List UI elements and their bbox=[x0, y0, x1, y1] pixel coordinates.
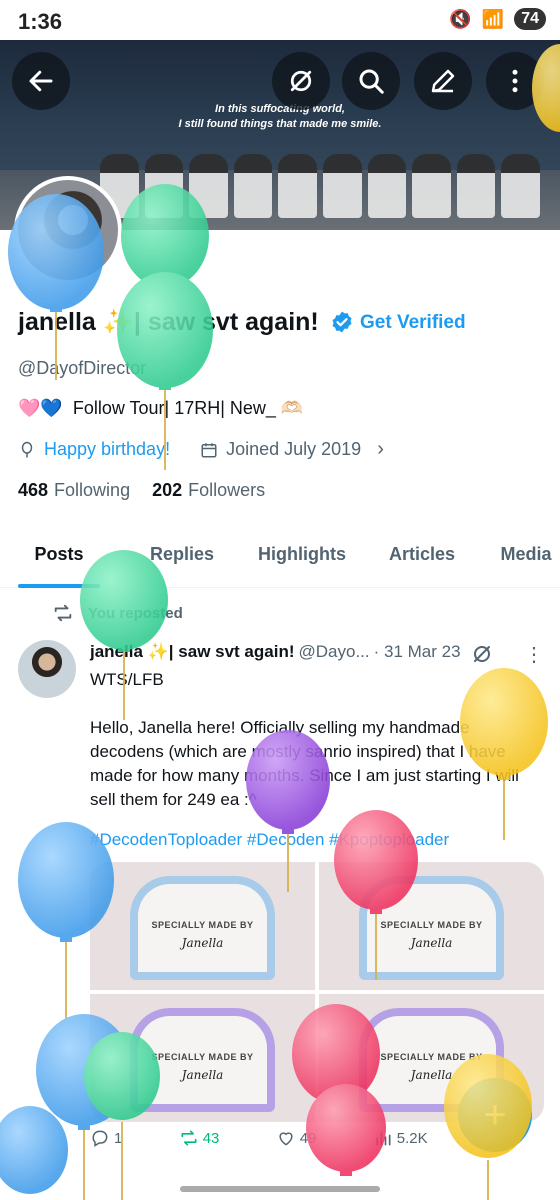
banner-person bbox=[456, 154, 496, 218]
tweet-more-icon[interactable]: ⋮ bbox=[524, 642, 544, 667]
frame-label: SPECIALLY MADE BY bbox=[380, 920, 483, 930]
get-verified-link[interactable]: Get Verified bbox=[360, 312, 466, 334]
repost-button[interactable]: 43 bbox=[179, 1128, 220, 1148]
bio-hearts: 🩷💙 bbox=[18, 398, 63, 418]
banner-person bbox=[412, 154, 451, 218]
followers-label: Followers bbox=[188, 480, 266, 500]
frame-label: SPECIALLY MADE BY bbox=[380, 1052, 483, 1062]
back-button[interactable] bbox=[12, 52, 70, 110]
media-image[interactable]: SPECIALLY MADE BY Janella bbox=[90, 862, 315, 990]
frame-name: Janella bbox=[181, 936, 224, 950]
frame-name: Janella bbox=[410, 1068, 453, 1082]
tab-media[interactable]: Media bbox=[496, 530, 556, 587]
profile-meta: Happy birthday! Joined July 2019 › bbox=[18, 438, 384, 461]
views-icon bbox=[376, 1132, 391, 1146]
edit-icon bbox=[431, 69, 455, 93]
repost-indicator: You reposted bbox=[52, 602, 183, 624]
repost-icon bbox=[181, 1130, 197, 1146]
follow-stats: 468 Following 202 Followers bbox=[18, 480, 265, 501]
status-bar: 1:36 🔇 📶 74 bbox=[0, 0, 560, 44]
frame-name: Janella bbox=[410, 936, 453, 950]
tweet-date[interactable]: · 31 Mar 23 bbox=[374, 642, 461, 662]
more-button[interactable] bbox=[486, 52, 544, 110]
birthday-link[interactable]: Happy birthday! bbox=[44, 439, 170, 460]
like-count: 49 bbox=[299, 1129, 317, 1147]
bio-text: Follow Tour| 17RH| New_ 🫶🏻 bbox=[72, 398, 304, 418]
tweet-author-name[interactable]: janella ✨| saw svt again! bbox=[90, 642, 295, 662]
grok-icon[interactable] bbox=[470, 642, 494, 666]
repost-icon bbox=[54, 604, 72, 622]
tweet-avatar[interactable] bbox=[18, 640, 76, 698]
profile-bio: 🩷💙 Follow Tour| 17RH| New_ 🫶🏻 bbox=[18, 398, 303, 419]
battery-icon: 74 bbox=[514, 8, 546, 30]
tab-posts[interactable]: Posts bbox=[18, 530, 100, 588]
tweet-author-handle[interactable]: @Dayo... bbox=[299, 642, 370, 662]
profile-handle: @DayofDirector bbox=[18, 358, 147, 378]
reply-icon bbox=[92, 1130, 108, 1147]
search-button[interactable] bbox=[342, 52, 400, 110]
repost-label: You reposted bbox=[88, 604, 183, 622]
profile-avatar[interactable] bbox=[14, 176, 122, 284]
verified-badge-icon bbox=[332, 311, 352, 333]
gesture-nav-handle[interactable] bbox=[180, 1186, 380, 1192]
arrow-left-icon bbox=[29, 70, 53, 92]
frame-label: SPECIALLY MADE BY bbox=[151, 920, 254, 930]
tab-replies[interactable]: Replies bbox=[142, 530, 222, 587]
frame-label: SPECIALLY MADE BY bbox=[151, 1052, 254, 1062]
banner-person bbox=[189, 154, 228, 218]
banner-caption-line: I still found things that made me smile. bbox=[178, 118, 382, 130]
decoden-frame: SPECIALLY MADE BY Janella bbox=[130, 1008, 275, 1112]
tweet-text: WTS/LFB Hello, Janella here! Officially … bbox=[90, 670, 519, 809]
joined-date: Joined July 2019 bbox=[226, 439, 362, 459]
like-button[interactable]: 49 bbox=[276, 1128, 317, 1148]
banner-person bbox=[367, 154, 407, 218]
followers-count: 202 bbox=[152, 480, 183, 500]
status-icons: 🔇 📶 74 bbox=[449, 8, 546, 30]
banner-person bbox=[233, 154, 273, 218]
plus-icon: + bbox=[483, 1092, 507, 1137]
media-image[interactable]: SPECIALLY MADE BY Janella bbox=[319, 862, 544, 990]
decoden-frame: SPECIALLY MADE BY Janella bbox=[359, 876, 504, 980]
following-count: 468 bbox=[18, 480, 49, 500]
balloon-blue bbox=[0, 1106, 68, 1194]
banner-person bbox=[322, 154, 362, 218]
views-button[interactable]: 5.2K bbox=[373, 1128, 428, 1148]
view-count: 5.2K bbox=[396, 1129, 428, 1147]
grok-icon bbox=[290, 70, 312, 92]
status-time: 1:36 bbox=[18, 9, 63, 34]
tab-articles[interactable]: Articles bbox=[382, 530, 462, 587]
following-link[interactable]: 468 Following bbox=[18, 480, 130, 501]
decoden-frame: SPECIALLY MADE BY Janella bbox=[130, 876, 275, 980]
profile-name: janella ✨| saw svt again! bbox=[18, 308, 319, 337]
reply-count: 1 bbox=[114, 1129, 123, 1147]
grok-button[interactable] bbox=[272, 52, 330, 110]
mute-icon: 🔇 bbox=[449, 8, 472, 29]
repost-count: 43 bbox=[202, 1129, 220, 1147]
chevron-right-icon[interactable]: › bbox=[377, 438, 384, 461]
more-vertical-icon bbox=[512, 69, 518, 93]
banner-person bbox=[501, 154, 540, 218]
calendar-icon bbox=[201, 442, 217, 457]
reply-button[interactable]: 1 bbox=[90, 1128, 122, 1148]
edit-button[interactable] bbox=[414, 52, 472, 110]
profile-tabs: Posts Replies Highlights Articles Media bbox=[0, 530, 560, 588]
profile-name-text: janella ✨| saw svt again! bbox=[18, 308, 319, 336]
wifi-icon: 📶 bbox=[481, 8, 505, 29]
banner-person bbox=[144, 154, 184, 218]
tweet-hashtags[interactable]: #DecodenToploader #Decoden #Kpoptoploade… bbox=[90, 830, 449, 850]
banner-person bbox=[278, 154, 317, 218]
tab-highlights[interactable]: Highlights bbox=[252, 530, 352, 587]
heart-icon bbox=[279, 1132, 293, 1146]
following-label: Following bbox=[54, 480, 131, 500]
search-icon bbox=[359, 69, 384, 94]
balloon-icon bbox=[21, 441, 33, 457]
banner-people bbox=[100, 154, 540, 218]
compose-button[interactable]: + bbox=[458, 1078, 532, 1152]
followers-link[interactable]: 202 Followers bbox=[152, 480, 265, 501]
frame-name: Janella bbox=[181, 1068, 224, 1082]
media-image[interactable]: SPECIALLY MADE BY Janella bbox=[90, 994, 315, 1122]
